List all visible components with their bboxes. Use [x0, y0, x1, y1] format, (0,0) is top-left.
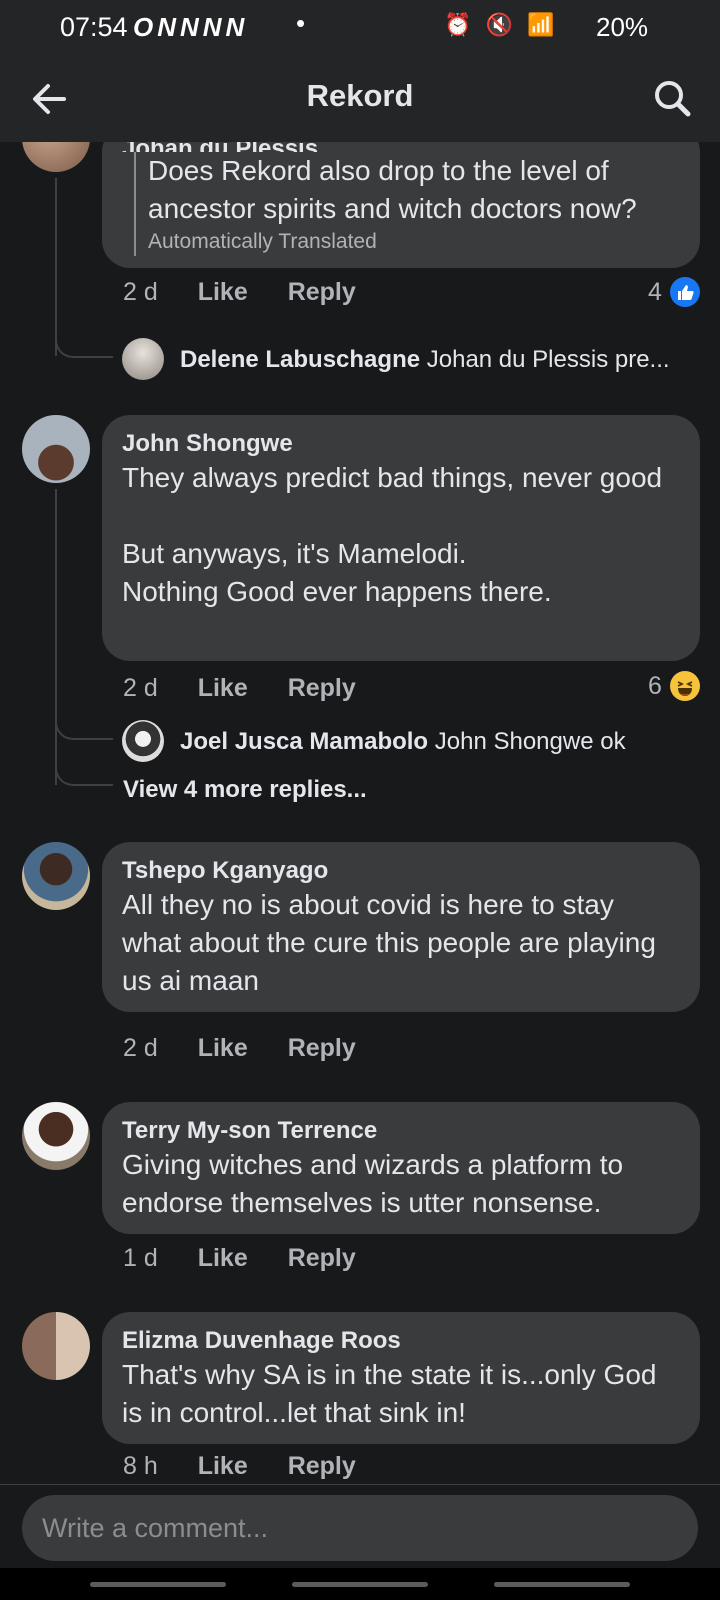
comment-author[interactable]: John Shongwe [122, 429, 680, 459]
reply-button[interactable]: Reply [288, 1452, 356, 1480]
comment-actions: 2 d Like Reply [123, 1034, 389, 1063]
comment-input[interactable] [42, 1511, 662, 1545]
comment-bubble[interactable]: John Shongwe They always predict bad thi… [102, 415, 700, 661]
thumbs-up-icon [678, 285, 694, 300]
search-icon [655, 81, 691, 117]
comment-actions: 8 h Like Reply [123, 1452, 389, 1481]
comment-time[interactable]: 1 d [123, 1244, 158, 1272]
translated-block: Does Rekord also drop to the level of an… [134, 152, 680, 256]
comment-actions: 2 d Like Reply [123, 278, 389, 307]
avatar[interactable] [22, 842, 90, 910]
reply-author: Joel Jusca Mamabolo [180, 728, 429, 755]
avatar[interactable] [22, 415, 90, 483]
reply-author: Delene Labuschagne [180, 346, 421, 373]
comment-author[interactable]: Johan du Plessis [122, 142, 680, 152]
reply-avatar[interactable] [122, 338, 164, 380]
battery-level: 20% [596, 12, 649, 42]
comment-time[interactable]: 8 h [123, 1452, 158, 1480]
nav-home-button[interactable] [292, 1582, 428, 1587]
status-bar: 07:54 ONNNN • ⏰ 🔇 📶 20% [0, 0, 720, 56]
reply-preview[interactable]: Joel Jusca Mamabolo John Shongwe ok [180, 728, 690, 756]
like-reaction-icon [670, 277, 700, 307]
reaction-count[interactable]: 6 [648, 672, 662, 701]
comment-text: Does Rekord also drop to the level of an… [148, 155, 637, 224]
nav-back-button[interactable] [494, 1582, 630, 1587]
view-more-replies-link[interactable]: View 4 more replies... [123, 776, 367, 804]
more-notifications-dot: • [296, 8, 306, 38]
comment-composer[interactable] [22, 1495, 698, 1561]
comment-actions: 2 d Like Reply [123, 674, 389, 703]
reply-text: John Shongwe ok [434, 728, 626, 755]
app-bar: Rekord [0, 56, 720, 142]
thread-branch [55, 756, 113, 786]
like-button[interactable]: Like [198, 1034, 248, 1062]
avatar[interactable] [22, 1102, 90, 1170]
comment-bubble[interactable]: Terry My-son Terrence Giving witches and… [102, 1102, 700, 1234]
system-status-icons: ⏰ 🔇 📶 [444, 12, 559, 37]
thread-branch [55, 710, 113, 740]
reaction-count[interactable]: 4 [648, 278, 662, 307]
comment-bubble[interactable]: Johan du Plessis Does Rekord also drop t… [102, 142, 700, 268]
reply-avatar[interactable] [122, 720, 164, 762]
reply-button[interactable]: Reply [288, 1244, 356, 1272]
like-button[interactable]: Like [198, 674, 248, 702]
translation-note[interactable]: Automatically Translated [148, 228, 680, 256]
reply-button[interactable]: Reply [288, 674, 356, 702]
comment-time[interactable]: 2 d [123, 674, 158, 702]
comment-composer-bar [0, 1484, 720, 1568]
nav-recents-button[interactable] [90, 1582, 226, 1587]
laughing-face-icon [677, 681, 693, 696]
thread-line [55, 489, 57, 785]
comment-bubble[interactable]: Tshepo Kganyago All they no is about cov… [102, 842, 700, 1012]
system-navigation-bar [0, 1568, 720, 1600]
reply-text: Johan du Plessis pre... [426, 346, 670, 373]
status-time: 07:54 [60, 12, 128, 42]
comment-actions: 1 d Like Reply [123, 1244, 389, 1273]
comment-author[interactable]: Elizma Duvenhage Roos [122, 1326, 680, 1356]
comment-author[interactable]: Terry My-son Terrence [122, 1116, 680, 1146]
reply-preview[interactable]: Delene Labuschagne Johan du Plessis pre.… [180, 346, 690, 374]
like-button[interactable]: Like [198, 278, 248, 306]
thread-branch [55, 328, 113, 358]
comment-time[interactable]: 2 d [123, 278, 158, 306]
comment-time[interactable]: 2 d [123, 1034, 158, 1062]
comment-text: That's why SA is in the state it is...on… [122, 1359, 657, 1428]
page-title: Rekord [306, 78, 414, 113]
avatar[interactable] [22, 1312, 90, 1380]
reply-button[interactable]: Reply [288, 278, 356, 306]
reply-button[interactable]: Reply [288, 1034, 356, 1062]
comment-text: All they no is about covid is here to st… [122, 889, 656, 996]
comments-list[interactable]: Johan du Plessis Does Rekord also drop t… [0, 142, 720, 1484]
comment-author[interactable]: Tshepo Kganyago [122, 856, 680, 886]
like-button[interactable]: Like [198, 1244, 248, 1272]
haha-reaction-icon [670, 671, 700, 701]
comment-text: They always predict bad things, never go… [122, 462, 663, 607]
comment-text: Giving witches and wizards a platform to… [122, 1149, 624, 1218]
like-button[interactable]: Like [198, 1452, 248, 1480]
search-button[interactable] [648, 74, 698, 124]
comment-bubble[interactable]: Elizma Duvenhage Roos That's why SA is i… [102, 1312, 700, 1444]
avatar[interactable] [22, 142, 90, 172]
notification-icons: ONNNN [133, 12, 249, 42]
